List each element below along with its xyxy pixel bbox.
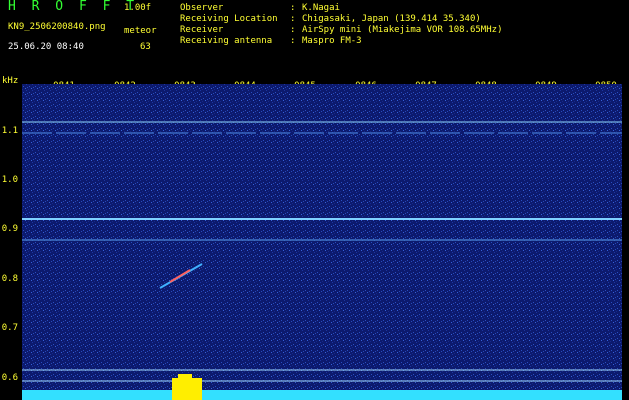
antenna-colon: : <box>290 36 296 46</box>
observer-colon: : <box>290 3 296 13</box>
meteor-label: meteor <box>124 26 157 36</box>
date-time: 25.06.20 08:40 <box>8 42 84 52</box>
y-tick-0-8: 0.8 <box>1 274 18 284</box>
histogram-peak-top <box>178 374 192 380</box>
location-value: Chigasaki, Japan (139.414 35.340) <box>302 14 481 24</box>
observer-value: K.Nagai <box>302 3 340 13</box>
version-label: 1.00f <box>124 3 152 13</box>
observer-key: Observer <box>180 3 224 13</box>
spectrogram-plot <box>22 84 622 400</box>
antenna-key: Receiving antenna <box>180 36 273 46</box>
receiver-key: Receiver <box>180 25 224 35</box>
location-key: Receiving Location <box>180 14 278 24</box>
antenna-value: Maspro FM-3 <box>302 36 362 46</box>
receiver-colon: : <box>290 25 296 35</box>
y-tick-0-6: 0.6 <box>1 373 18 383</box>
header-panel: H R O F F T 1.00f KN9_2506200840.png 25.… <box>0 0 629 76</box>
spectrum-background <box>22 84 622 400</box>
y-tick-0-7: 0.7 <box>1 323 18 333</box>
y-tick-1-1: 1.1 <box>1 126 18 136</box>
meteor-count: 63 <box>140 42 151 52</box>
receiver-value: AirSpy mini (Miakejima VOR 108.65MHz) <box>302 25 503 35</box>
y-unit-label: kHz <box>2 76 19 86</box>
y-tick-1-0: 1.0 <box>1 175 18 185</box>
file-name: KN9_2506200840.png <box>8 22 106 32</box>
location-colon: : <box>290 14 296 24</box>
y-tick-0-9: 0.9 <box>1 224 18 234</box>
app-title: H R O F F T <box>8 0 139 14</box>
histogram-baseline <box>22 390 622 400</box>
histogram-peak <box>172 378 202 400</box>
